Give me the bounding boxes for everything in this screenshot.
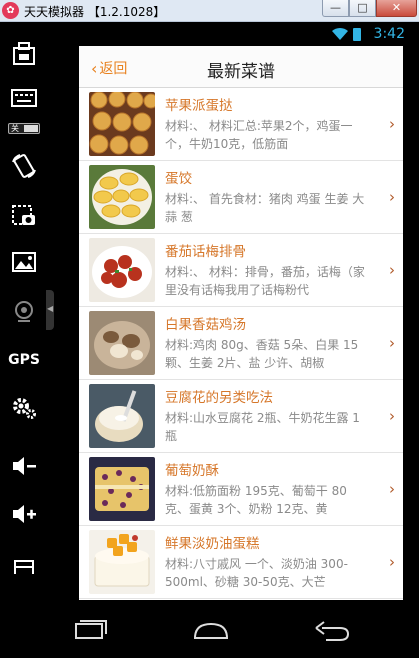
recipe-description: 材料:低筋面粉 195克、葡萄干 80克、蛋黄 3个、奶粉 12克、黄 <box>165 484 347 516</box>
recipe-title: 豆腐花的另类吃法 <box>165 390 273 406</box>
recipe-description: 材料:山水豆腐花 2瓶、牛奶花生露 1瓶 <box>165 411 360 443</box>
recipe-title: 番茄话梅排骨 <box>165 244 246 260</box>
page-title: 最新菜谱 <box>207 62 275 82</box>
wifi-icon <box>332 27 348 40</box>
chevron-right-icon: › <box>389 334 395 352</box>
menu-icon[interactable] <box>6 546 42 582</box>
chevron-right-icon: › <box>389 553 395 571</box>
battery-icon <box>353 28 361 41</box>
volume-down-icon[interactable] <box>6 448 42 484</box>
toggle-knob <box>24 125 38 132</box>
recipe-title: 苹果派蛋挞 <box>165 98 233 114</box>
recipe-item[interactable]: 苹果派蛋挞 材料:、 材料汇总:苹果2个，鸡蛋一个，牛奶10克，低筋面 › <box>79 88 403 161</box>
recipe-item[interactable]: 番茄话梅排骨 材料:、 材料：排骨，番茄，话梅（家里没有话梅我用了话梅粉代 › <box>79 234 403 307</box>
rotate-icon[interactable] <box>6 148 42 184</box>
screenshot-icon[interactable] <box>6 198 42 234</box>
recent-apps-icon[interactable] <box>70 618 110 642</box>
chevron-left-icon: ◀ <box>47 304 54 313</box>
recipe-description: 材料:、 首先食材：猪肉 鸡蛋 生姜 大蒜 葱 <box>165 192 365 224</box>
recipe-item[interactable]: 葡萄奶酥 材料:低筋面粉 195克、葡萄干 80克、蛋黄 3个、奶粉 12克、黄… <box>79 453 403 526</box>
chevron-right-icon: › <box>389 407 395 425</box>
apk-install-icon[interactable] <box>6 36 42 72</box>
status-time: 3:42 <box>373 26 405 42</box>
recipe-description: 材料:鸡肉 80g、香菇 5朵、白果 15颗、生姜 2片、盐 少许、胡椒 <box>165 338 359 370</box>
recipe-thumbnail <box>89 457 155 521</box>
gps-button[interactable]: GPS <box>6 342 42 378</box>
chevron-right-icon: › <box>389 188 395 206</box>
recipe-title: 白果香菇鸡汤 <box>165 317 246 333</box>
settings-icon[interactable] <box>6 390 42 426</box>
recipe-thumbnail <box>89 165 155 229</box>
chevron-right-icon: › <box>389 261 395 279</box>
emulator-title-bar: ✿ 天天模拟器 【1.2.1028】 — □ ✕ <box>0 0 419 22</box>
recipe-item[interactable]: 豆腐花的另类吃法 材料:山水豆腐花 2瓶、牛奶花生露 1瓶 › <box>79 380 403 453</box>
recipe-thumbnail <box>89 92 155 156</box>
recipe-description: 材料:八寸戚风 一个、淡奶油 300-500ml、砂糖 30-50克、大芒 <box>165 557 348 589</box>
emulator-toolbar: 关 GPS <box>0 22 48 622</box>
maximize-button[interactable]: □ <box>349 0 376 17</box>
recipe-description: 材料:、 材料：排骨，番茄，话梅（家里没有话梅我用了话梅粉代 <box>165 265 365 297</box>
recipe-item[interactable]: 蛋饺 材料:、 首先食材：猪肉 鸡蛋 生姜 大蒜 葱 › <box>79 161 403 234</box>
window-title: 天天模拟器 【1.2.1028】 <box>24 5 166 19</box>
keyboard-toggle[interactable]: 关 <box>8 123 40 134</box>
recipe-thumbnail <box>89 384 155 448</box>
camera-icon[interactable] <box>6 294 42 330</box>
volume-up-icon[interactable] <box>6 496 42 532</box>
recipe-title: 蛋饺 <box>165 171 192 187</box>
recipe-list: 苹果派蛋挞 材料:、 材料汇总:苹果2个，鸡蛋一个，牛奶10克，低筋面 › 蛋饺… <box>79 88 403 599</box>
android-nav-bar <box>48 600 419 658</box>
keyboard-icon[interactable] <box>6 80 42 116</box>
chevron-right-icon: › <box>389 480 395 498</box>
home-icon[interactable] <box>191 618 231 642</box>
sidebar-collapse-handle[interactable]: ◀ <box>46 290 54 330</box>
recipe-title: 鲜果淡奶油蛋糕 <box>165 536 260 552</box>
tiantian-logo-icon: ✿ <box>2 2 19 19</box>
app-header: ‹ 返回 最新菜谱 <box>79 46 403 88</box>
minimize-button[interactable]: — <box>322 0 349 17</box>
recipe-description: 材料:、 材料汇总:苹果2个，鸡蛋一个，牛奶10克，低筋面 <box>165 119 353 151</box>
android-status-bar: 3:42 <box>48 22 419 46</box>
chevron-right-icon: › <box>389 115 395 133</box>
recipe-thumbnail <box>89 530 155 594</box>
recipe-item[interactable]: 白果香菇鸡汤 材料:鸡肉 80g、香菇 5朵、白果 15颗、生姜 2片、盐 少许… <box>79 307 403 380</box>
recipe-thumbnail <box>89 311 155 375</box>
close-button[interactable]: ✕ <box>376 0 417 17</box>
back-icon[interactable] <box>312 618 352 642</box>
keyboard-toggle-label: 关 <box>11 124 19 133</box>
recipe-title: 葡萄奶酥 <box>165 463 219 479</box>
gallery-icon[interactable] <box>6 244 42 280</box>
recipe-app: ‹ 返回 最新菜谱 苹果派蛋挞 材料:、 材料汇总:苹果2个，鸡蛋一个，牛奶10… <box>79 46 403 600</box>
recipe-item[interactable]: 鲜果淡奶油蛋糕 材料:八寸戚风 一个、淡奶油 300-500ml、砂糖 30-5… <box>79 526 403 599</box>
recipe-thumbnail <box>89 238 155 302</box>
